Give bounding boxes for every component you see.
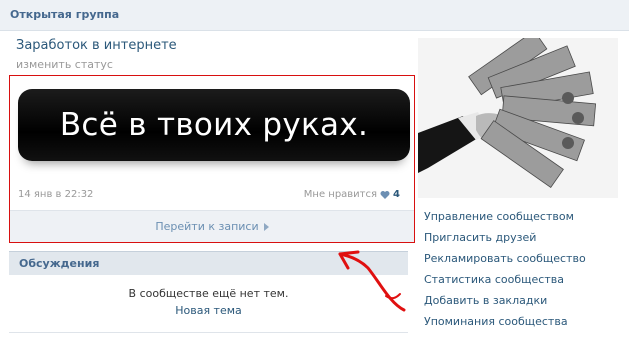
like-count: 4 [393, 189, 400, 200]
menu-community-stats[interactable]: Статистика сообщества [424, 273, 586, 294]
post-date[interactable]: 14 янв в 22:32 [18, 189, 93, 200]
post-image[interactable]: Всё в твоих руках. [10, 79, 414, 184]
go-to-post-button[interactable]: Перейти к записи [10, 210, 414, 242]
community-menu: Управление сообществом Пригласить друзей… [424, 210, 586, 336]
menu-community-mentions[interactable]: Упоминания сообщества [424, 315, 586, 336]
go-to-post-label: Перейти к записи [155, 220, 259, 233]
hand-with-money-image [418, 38, 618, 198]
group-avatar[interactable] [418, 38, 618, 198]
like-button[interactable]: Мне нравится 4 [304, 189, 400, 200]
change-status-link[interactable]: изменить статус [16, 58, 113, 71]
menu-add-bookmark[interactable]: Добавить в закладки [424, 294, 586, 315]
banner-text: Всё в твоих руках. [59, 107, 369, 143]
page-header: Открытая группа [0, 0, 629, 31]
discussions-title: Обсуждения [19, 257, 100, 270]
heart-icon [380, 190, 390, 199]
pinned-post: Всё в твоих руках. 14 янв в 22:32 Мне нр… [9, 75, 415, 243]
page-title: Открытая группа [10, 8, 120, 21]
menu-advertise-community[interactable]: Рекламировать сообщество [424, 252, 586, 273]
red-annotation-arrow-icon [338, 250, 406, 312]
group-name: Заработок в интернете [16, 38, 177, 53]
like-label: Мне нравится [303, 189, 378, 200]
menu-manage-community[interactable]: Управление сообществом [424, 210, 586, 231]
menu-invite-friends[interactable]: Пригласить друзей [424, 231, 586, 252]
arrow-right-icon [263, 223, 269, 231]
banner: Всё в твоих руках. [18, 89, 410, 161]
